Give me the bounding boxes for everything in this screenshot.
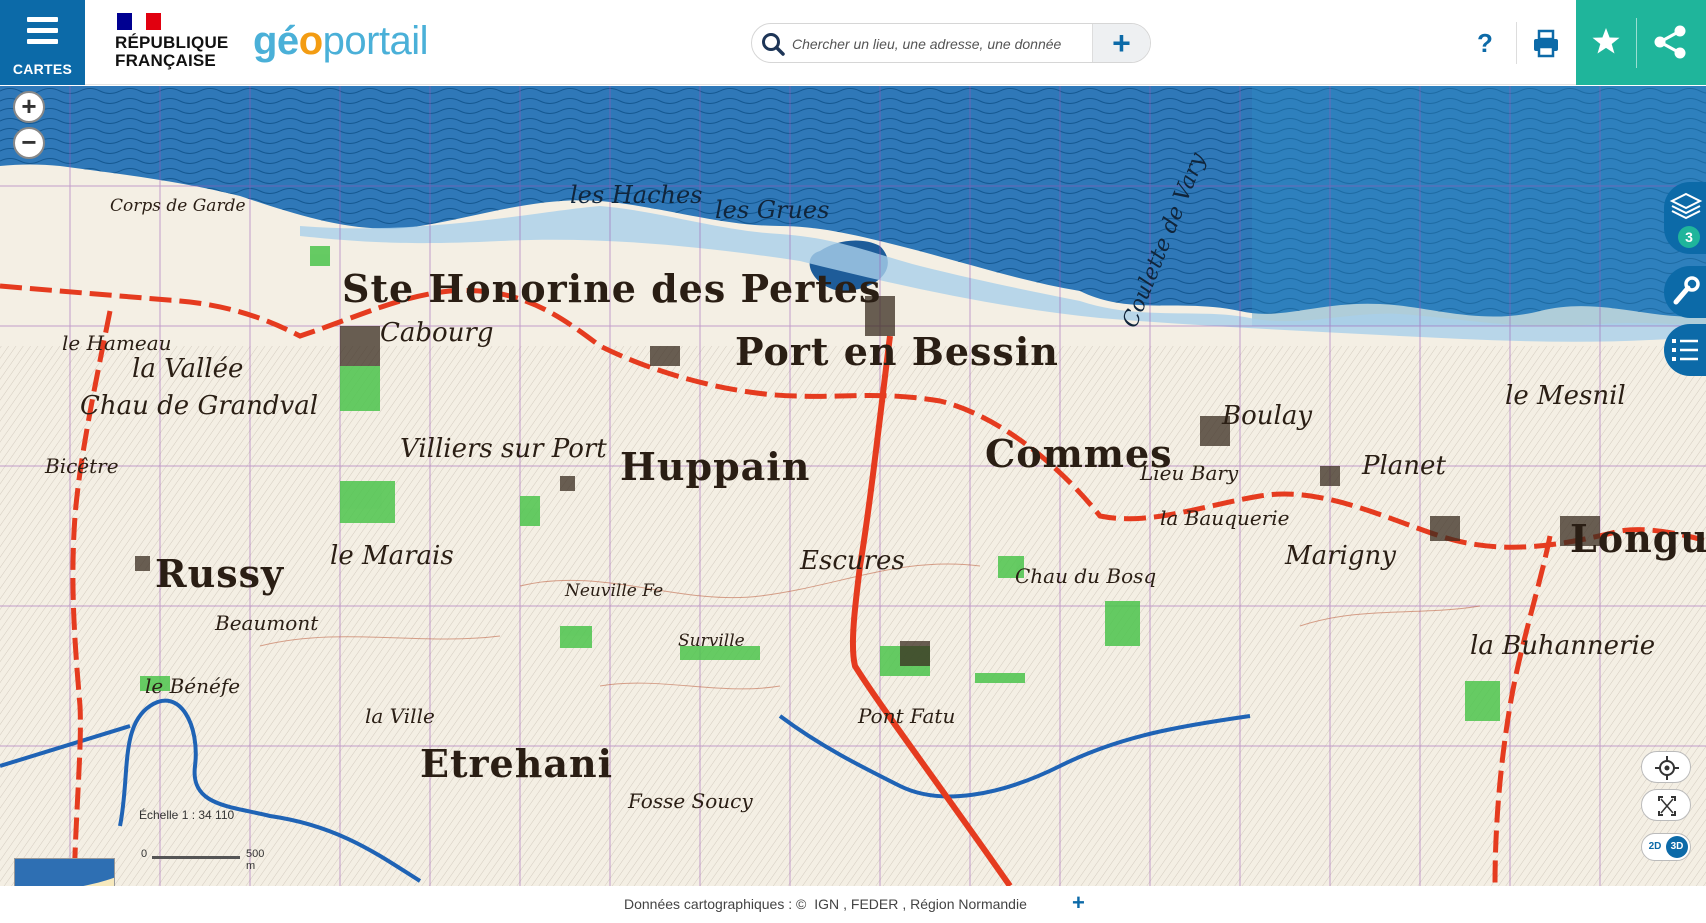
place-label: le Marais: [330, 541, 454, 571]
historical-map-raster: [0, 86, 1706, 886]
search-input[interactable]: [792, 31, 1092, 57]
search-bar: +: [751, 23, 1151, 63]
map-view[interactable]: Ste Honorine des Pertes Port en Bessin H…: [0, 86, 1706, 886]
place-label: Ste Honorine des Pertes: [342, 266, 882, 311]
attribution-text: Données cartographiques : © IGN, FEDER, …: [624, 896, 1027, 912]
overview-minimap[interactable]: [14, 858, 115, 886]
hamburger-icon: [27, 17, 58, 45]
attribution-prefix: Données cartographiques : ©: [624, 896, 807, 912]
place-label: la Vallée: [132, 354, 244, 384]
wrench-icon: [1673, 276, 1700, 305]
place-label: Neuville Fe: [565, 581, 664, 601]
place-label: la Ville: [365, 704, 435, 728]
list-icon: [1672, 339, 1698, 361]
layers-panel-tab[interactable]: 3: [1664, 182, 1706, 254]
place-label: Bicêtre: [45, 454, 119, 478]
scale-max: 500 m: [246, 848, 265, 872]
place-label: Russy: [155, 551, 285, 596]
share-button[interactable]: [1636, 0, 1706, 85]
place-label: Escures: [800, 546, 905, 576]
place-label: les Haches: [570, 181, 703, 209]
geoportail-app: CARTES RÉPUBLIQUE FRANÇAISE géoportail +…: [0, 0, 1706, 923]
place-label: Etrehani: [420, 741, 614, 786]
help-button[interactable]: ?: [1462, 20, 1508, 66]
star-icon: [1592, 28, 1620, 54]
advanced-search-plus-button[interactable]: +: [1092, 24, 1150, 62]
zoom-out-button[interactable]: −: [13, 127, 45, 159]
view-2d-button[interactable]: 2D: [1644, 836, 1666, 858]
republique-francaise-logo[interactable]: RÉPUBLIQUE FRANÇAISE: [115, 13, 230, 73]
minimap-image: [15, 859, 114, 886]
geoportail-logo[interactable]: géoportail: [253, 18, 429, 64]
place-label: Surville: [678, 631, 745, 651]
place-label: Fosse Soucy: [628, 789, 753, 813]
place-label: le Bénéfe: [145, 674, 241, 698]
attribution-source-link[interactable]: Région Normandie: [910, 896, 1027, 912]
header-divider: [1516, 22, 1517, 64]
place-label: le Hameau: [62, 331, 172, 355]
layers-icon: [1669, 192, 1703, 220]
layers-count-badge: 3: [1678, 226, 1700, 248]
logo-part-o: o: [298, 19, 323, 63]
scale-zero: 0: [141, 848, 148, 860]
logo-part-ge: gé: [253, 19, 299, 63]
place-label: Corps de Garde: [110, 196, 246, 216]
legend-panel-tab[interactable]: [1664, 324, 1706, 376]
scale-bar: 0 500 m: [134, 848, 264, 872]
place-label: Chau du Bosq: [1015, 564, 1157, 588]
top-header: CARTES RÉPUBLIQUE FRANÇAISE géoportail +…: [0, 0, 1706, 85]
view-mode-toggle[interactable]: 2D 3D: [1641, 833, 1691, 861]
place-label: la Buhannerie: [1470, 631, 1656, 661]
place-label: Lieu Bary: [1140, 461, 1239, 485]
francaise-label: FRANÇAISE: [115, 51, 216, 70]
geolocate-button[interactable]: [1641, 751, 1691, 783]
place-label: Port en Bessin: [735, 329, 1059, 374]
place-label: la Bauquerie: [1160, 506, 1290, 530]
french-flag-icon: [117, 13, 162, 30]
view-3d-button[interactable]: 3D: [1666, 836, 1688, 858]
place-label: Chau de Grandval: [80, 391, 319, 421]
fullscreen-button[interactable]: [1641, 789, 1691, 821]
place-label: les Grues: [715, 196, 830, 224]
search-icon[interactable]: [760, 31, 786, 57]
place-label: Huppain: [620, 444, 811, 489]
fullscreen-icon: [1658, 796, 1676, 816]
place-label: Boulay: [1222, 401, 1313, 431]
maps-menu-label: CARTES: [12, 61, 73, 77]
print-icon[interactable]: [1523, 20, 1569, 66]
attribution-source-link[interactable]: IGN: [814, 896, 839, 912]
logo-part-portail: portail: [322, 19, 429, 63]
scale-line: [152, 856, 240, 859]
attribution-more-button[interactable]: +: [1072, 890, 1085, 916]
tools-panel-tab[interactable]: [1664, 266, 1706, 318]
favorites-button[interactable]: [1576, 0, 1636, 85]
place-label: Marigny: [1285, 541, 1396, 571]
share-icon: [1654, 25, 1686, 59]
attribution-source-link[interactable]: FEDER: [851, 896, 898, 912]
place-label: le Mesnil: [1505, 381, 1626, 411]
attribution-footer: Données cartographiques : © IGN, FEDER, …: [0, 886, 1706, 923]
place-label: Beaumont: [215, 611, 319, 635]
scale-label: Échelle 1 : 34 110: [139, 808, 235, 822]
maps-menu-button[interactable]: CARTES: [0, 0, 85, 85]
place-label: Pont Fatu: [858, 704, 956, 728]
place-label: Longues: [1570, 516, 1706, 561]
place-label: Villiers sur Port: [400, 434, 607, 464]
zoom-in-button[interactable]: +: [13, 91, 45, 123]
republique-label: RÉPUBLIQUE: [115, 33, 229, 52]
crosshair-icon: [1655, 756, 1679, 780]
place-label: Cabourg: [380, 318, 494, 348]
place-label: Planet: [1362, 451, 1446, 481]
